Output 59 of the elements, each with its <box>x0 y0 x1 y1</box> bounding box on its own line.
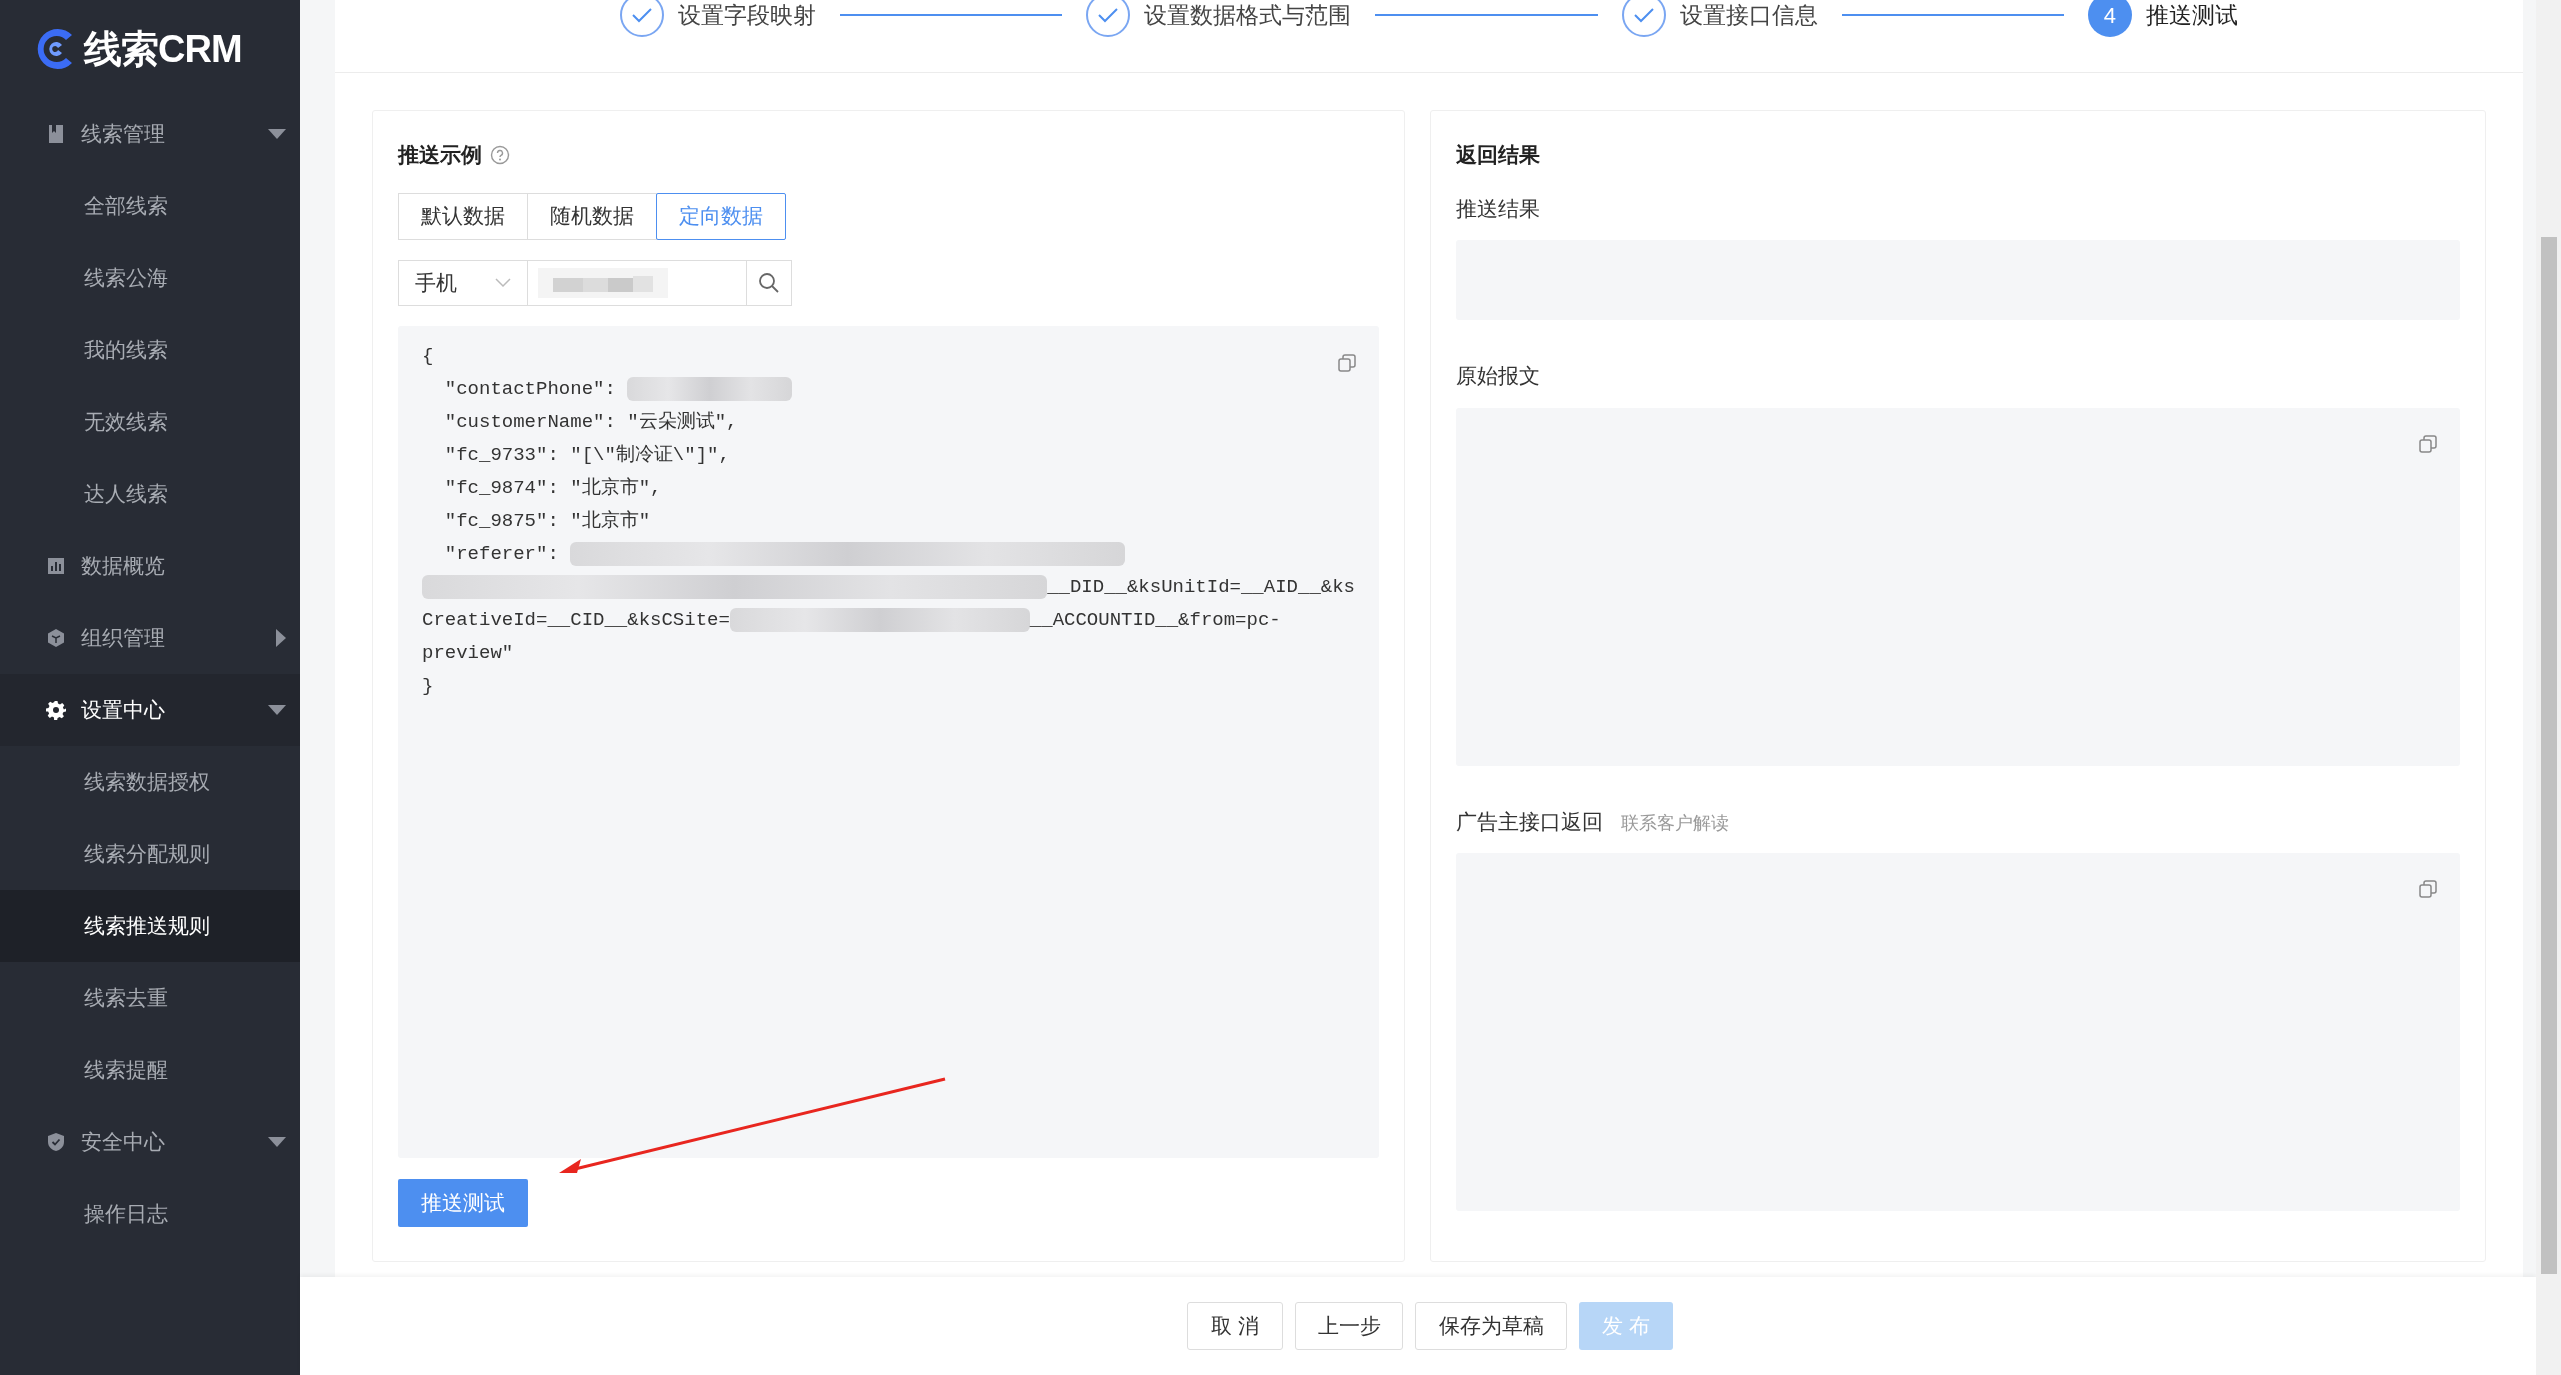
logo-text: 线索CRM <box>84 26 242 72</box>
section-title: 推送示例 <box>398 142 482 168</box>
cube-icon <box>45 628 67 648</box>
nav-group[interactable]: 数据概览 <box>0 530 300 602</box>
nav-item[interactable]: 操作日志 <box>0 1178 300 1250</box>
nav-item[interactable]: 达人线索 <box>0 458 300 530</box>
chevron-down-icon <box>495 277 511 288</box>
copy-icon[interactable] <box>1337 352 1357 373</box>
code-line: "fc_9733": "[\"制冷证\"]", <box>443 442 730 468</box>
code-line: __ACCOUNTID__&from=pc- <box>1029 607 1281 633</box>
shield-icon <box>45 1132 67 1152</box>
nav-item[interactable]: 线索分配规则 <box>0 818 300 890</box>
tab[interactable]: 默认数据 <box>398 192 528 240</box>
copy-icon[interactable] <box>2418 433 2438 454</box>
search-icon <box>758 271 780 294</box>
code-line: __DID__&ksUnitId=__AID__&ks <box>1047 574 1355 600</box>
nav-item[interactable]: 线索数据授权 <box>0 746 300 818</box>
nav-item[interactable]: 线索提醒 <box>0 1034 300 1106</box>
code-line: "fc_9874": "北京市", <box>443 475 662 501</box>
code-line: preview" <box>422 640 514 666</box>
nav-group[interactable]: 线索管理 <box>0 98 300 170</box>
footer-button[interactable]: 保存为草稿 <box>1415 1302 1567 1350</box>
help-icon <box>490 144 510 165</box>
code-line: "contactPhone": <box>443 376 617 402</box>
nav-group[interactable]: 安全中心 <box>0 1106 300 1178</box>
nav-group[interactable]: 设置中心 <box>0 674 300 746</box>
chart-icon <box>45 557 67 575</box>
field-label: 广告主接口返回 <box>1456 808 1603 835</box>
copy-icon[interactable] <box>2418 879 2438 899</box>
section-title: 返回结果 <box>1456 142 1541 168</box>
nav-group[interactable]: 组织管理 <box>0 602 300 674</box>
footer-button[interactable]: 取 消 <box>1187 1302 1283 1350</box>
nav-item[interactable]: 线索公海 <box>0 242 300 314</box>
gear-icon <box>45 700 67 720</box>
nav-item[interactable]: 全部线索 <box>0 170 300 242</box>
code-line: CreativeId=__CID__&ksCSite= <box>422 607 730 633</box>
step-label: 设置字段映射 <box>678 0 816 30</box>
tab[interactable]: 定向数据 <box>656 192 786 240</box>
step-label: 设置数据格式与范围 <box>1144 0 1352 30</box>
code-line: } <box>422 673 434 699</box>
code-line: "referer": <box>443 541 560 567</box>
step-label: 设置接口信息 <box>1679 0 1818 30</box>
nav-item[interactable]: 我的线索 <box>0 314 300 386</box>
search-button[interactable] <box>746 259 792 306</box>
search-field[interactable] <box>528 259 746 306</box>
tab[interactable]: 随机数据 <box>527 192 657 240</box>
code-line: "fc_9875": "北京市" <box>443 508 651 534</box>
push-test-button[interactable]: 推送测试 <box>398 1179 528 1227</box>
nav-item[interactable]: 线索推送规则 <box>0 890 300 962</box>
nav-item[interactable]: 线索去重 <box>0 962 300 1034</box>
step-number: 4 <box>2088 0 2132 37</box>
code-line: "customerName": "云朵测试", <box>443 409 738 435</box>
field-label: 推送结果 <box>1456 195 1540 222</box>
type-select[interactable]: 手机 <box>398 259 528 306</box>
footer-button[interactable]: 上一步 <box>1295 1302 1403 1350</box>
nav-item[interactable]: 无效线索 <box>0 386 300 458</box>
step-label: 推送测试 <box>2146 0 2238 30</box>
field-label: 原始报文 <box>1456 363 1540 389</box>
code-line: { <box>422 343 434 369</box>
